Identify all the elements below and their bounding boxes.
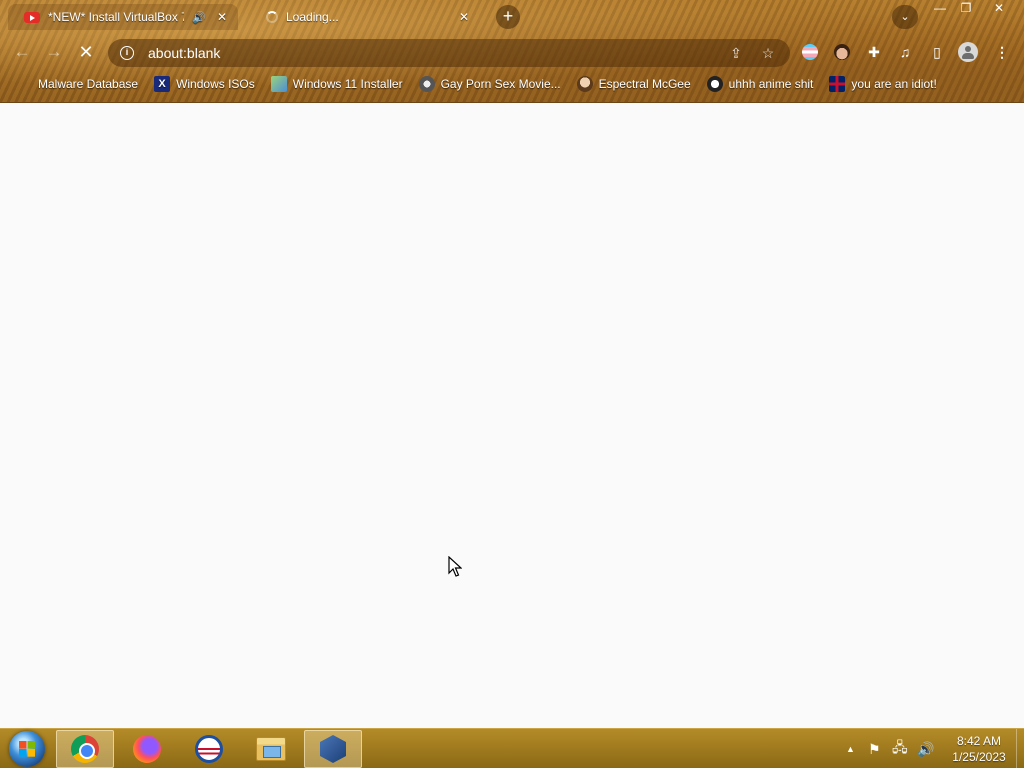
share-icon[interactable]: ⇪ (726, 45, 746, 62)
taskbar-firefox[interactable] (118, 730, 176, 768)
bookmark-label: Windows ISOs (176, 77, 255, 91)
forward-button[interactable]: → (42, 40, 66, 64)
youtube-icon (24, 11, 40, 23)
address-bar[interactable]: i about:blank ⇪ ☆ (108, 39, 790, 67)
tab-strip: *NEW* Install VirtualBox 7 🔊 ✕ Loading..… (0, 0, 1024, 34)
bookmark-label: Windows 11 Installer (292, 77, 403, 91)
bookmark-windows-11-installer[interactable]: Windows 11 Installer (270, 76, 403, 92)
character-icon (576, 76, 593, 92)
clock-time: 8:42 AM (956, 734, 1002, 748)
bookmarks-bar: Malware Database X Windows ISOs Windows … (0, 72, 1024, 96)
image-icon (270, 76, 287, 92)
bookmark-star-icon[interactable]: ☆ (758, 45, 778, 62)
taskbar-obama-logo[interactable] (180, 730, 238, 768)
disc-icon (418, 76, 435, 92)
page-content[interactable] (0, 104, 1024, 728)
clock-date: 1/25/2023 (952, 750, 1006, 764)
anime-face-icon (706, 76, 723, 92)
tab-youtube[interactable]: *NEW* Install VirtualBox 7 🔊 ✕ (8, 4, 238, 30)
bookmark-windows-isos[interactable]: X Windows ISOs (154, 76, 255, 92)
loading-spinner-icon (266, 11, 278, 23)
tab-title: Loading... (286, 10, 339, 24)
bookmark-espectral-mcgee[interactable]: Espectral McGee (576, 76, 691, 92)
speaker-icon[interactable]: 🔊 (192, 11, 206, 24)
chrome-icon (71, 735, 99, 763)
taskbar-chrome[interactable] (56, 730, 114, 768)
virtualbox-icon (320, 735, 346, 763)
stop-loading-button[interactable]: ✕ (74, 40, 98, 64)
close-window-button[interactable]: ✕ (984, 0, 1014, 18)
x-logo-icon: X (154, 76, 171, 92)
new-tab-button[interactable]: + (496, 5, 520, 29)
bookmark-movie[interactable]: Gay Porn Sex Movie... (418, 76, 561, 92)
windows-logo-icon (9, 731, 45, 767)
show-desktop-button[interactable] (1016, 729, 1024, 768)
toolbar: ← → ✕ i about:blank ⇪ ☆ ✚ ♫ ▯ ⋮ (0, 36, 1024, 68)
extensions-puzzle-icon[interactable]: ✚ (864, 42, 884, 62)
bookmark-label: Malware Database (38, 77, 139, 91)
start-button[interactable] (6, 731, 48, 767)
bookmark-label: uhhh anime shit (728, 77, 814, 91)
media-controls-icon[interactable]: ♫ (895, 42, 915, 62)
tab-close-button[interactable]: ✕ (214, 10, 230, 24)
bookmark-malware-database[interactable]: Malware Database (16, 76, 138, 92)
bookmark-label: Espectral McGee (598, 77, 691, 91)
tab-loading[interactable]: Loading... ✕ (250, 4, 480, 30)
tab-search-button[interactable]: ⌄ (892, 5, 918, 29)
back-button[interactable]: ← (10, 40, 34, 64)
avatar-extension-icon[interactable] (832, 42, 852, 62)
browser-frame: *NEW* Install VirtualBox 7 🔊 ✕ Loading..… (0, 0, 1024, 103)
bookmark-you-are-an-idiot[interactable]: you are an idiot! (829, 76, 937, 92)
taskbar: ▲ ⚑ 🖧 🔊 8:42 AM 1/25/2023 (0, 728, 1024, 768)
side-panel-icon[interactable]: ▯ (927, 42, 947, 62)
bookmark-label: you are an idiot! (851, 77, 937, 91)
uk-flag-icon (829, 76, 846, 92)
system-clock[interactable]: 8:42 AM 1/25/2023 (944, 733, 1014, 765)
bookmark-label: Gay Porn Sex Movie... (440, 77, 561, 91)
folder-icon (256, 737, 286, 761)
action-center-flag-icon[interactable]: ⚑ (868, 729, 881, 768)
obama-logo-icon (195, 735, 223, 763)
tab-title: *NEW* Install VirtualBox 7 (48, 10, 185, 24)
minimize-button[interactable]: — (926, 0, 954, 18)
bookmark-anime[interactable]: uhhh anime shit (706, 76, 814, 92)
info-icon[interactable]: i (120, 46, 134, 60)
taskbar-file-explorer[interactable] (242, 730, 300, 768)
trans-flag-extension-icon[interactable] (800, 42, 820, 62)
profile-icon[interactable] (958, 42, 978, 62)
show-hidden-icons-arrow-icon[interactable]: ▲ (846, 729, 855, 768)
volume-icon[interactable]: 🔊 (917, 729, 934, 768)
tab-close-button[interactable]: ✕ (456, 10, 472, 24)
maximize-button[interactable]: ❐ (952, 0, 980, 18)
taskbar-virtualbox[interactable] (304, 730, 362, 768)
bookmark-favicon-icon (16, 76, 32, 92)
url-text[interactable]: about:blank (148, 45, 714, 61)
browser-menu-icon[interactable]: ⋮ (992, 42, 1012, 62)
firefox-icon (133, 735, 161, 763)
network-icon[interactable]: 🖧 (892, 729, 908, 768)
